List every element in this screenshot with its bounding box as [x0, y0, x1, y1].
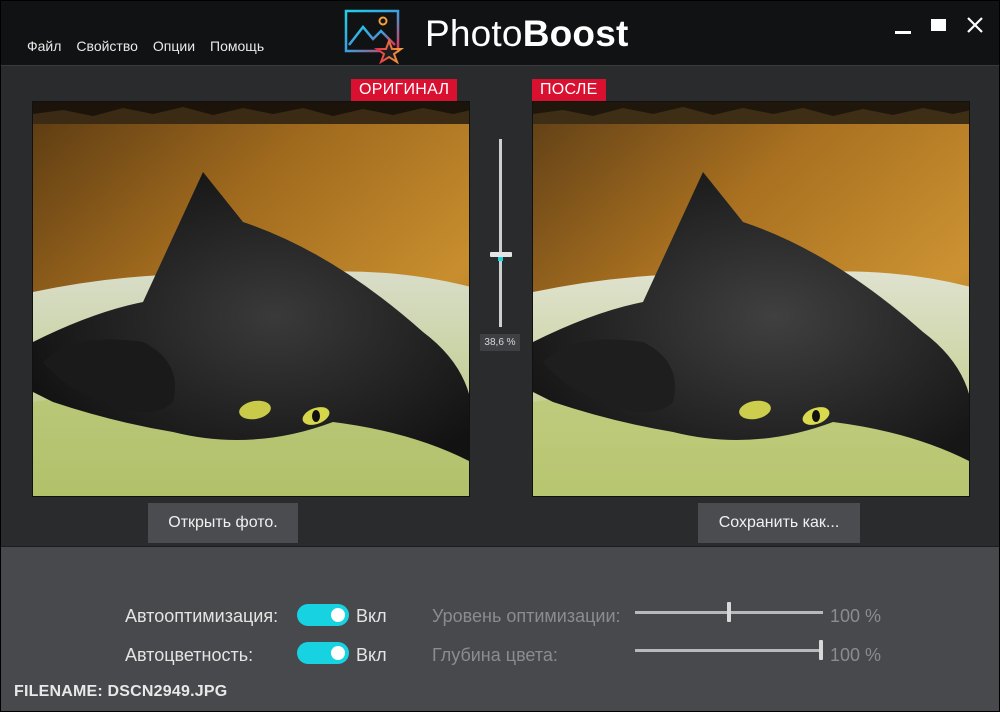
auto-color-state: Вкл [356, 645, 387, 665]
close-icon[interactable] [963, 13, 989, 39]
auto-optimization-label: Автооптимизация: [125, 606, 279, 626]
app-window: Файл Свойство Опции Помощь PhotoBoost ОР… [0, 0, 1000, 712]
split-slider-thumb[interactable] [490, 252, 512, 258]
optimization-level-thumb[interactable] [727, 602, 731, 622]
split-slider-fill [498, 256, 503, 262]
menu-options[interactable]: Опции [153, 38, 195, 54]
maximize-icon[interactable] [929, 13, 955, 39]
save-as-button[interactable]: Сохранить как... [698, 503, 860, 543]
original-tag: ОРИГИНАЛ [351, 79, 458, 101]
menu-file[interactable]: Файл [27, 38, 61, 54]
split-slider-track[interactable] [499, 139, 502, 327]
app-title-regular: Photo [425, 13, 523, 54]
auto-color-toggle[interactable] [297, 642, 349, 664]
optimization-level-label: Уровень оптимизации: [432, 606, 621, 626]
title-bar: Файл Свойство Опции Помощь PhotoBoost [1, 1, 999, 65]
color-depth-thumb[interactable] [819, 640, 823, 660]
color-depth-label: Глубина цвета: [432, 645, 558, 665]
open-photo-button[interactable]: Открыть фото. [148, 503, 298, 543]
app-title: PhotoBoost [425, 13, 629, 55]
toggle-knob [331, 608, 345, 622]
auto-optimization-toggle[interactable] [297, 604, 349, 626]
color-depth-track[interactable] [635, 649, 823, 652]
app-title-bold: Boost [522, 13, 629, 54]
minimize-icon[interactable] [891, 13, 917, 39]
menu-help[interactable]: Помощь [210, 38, 264, 54]
original-photo [32, 101, 470, 497]
after-photo [532, 101, 970, 497]
auto-optimization-state: Вкл [356, 606, 387, 626]
menu-bar: Файл Свойство Опции Помощь [27, 38, 264, 54]
toggle-knob [331, 646, 345, 660]
color-depth-value: 100 % [830, 645, 882, 665]
after-tag: ПОСЛЕ [532, 79, 606, 101]
split-percent-readout: 38,6 % [480, 334, 520, 351]
menu-properties[interactable]: Свойство [76, 38, 137, 54]
filename-status: FILENAME: DSCN2949.JPG [14, 683, 228, 700]
optimization-level-value: 100 % [830, 606, 882, 626]
auto-color-label: Автоцветность: [125, 645, 254, 665]
image-star-icon [343, 9, 407, 65]
